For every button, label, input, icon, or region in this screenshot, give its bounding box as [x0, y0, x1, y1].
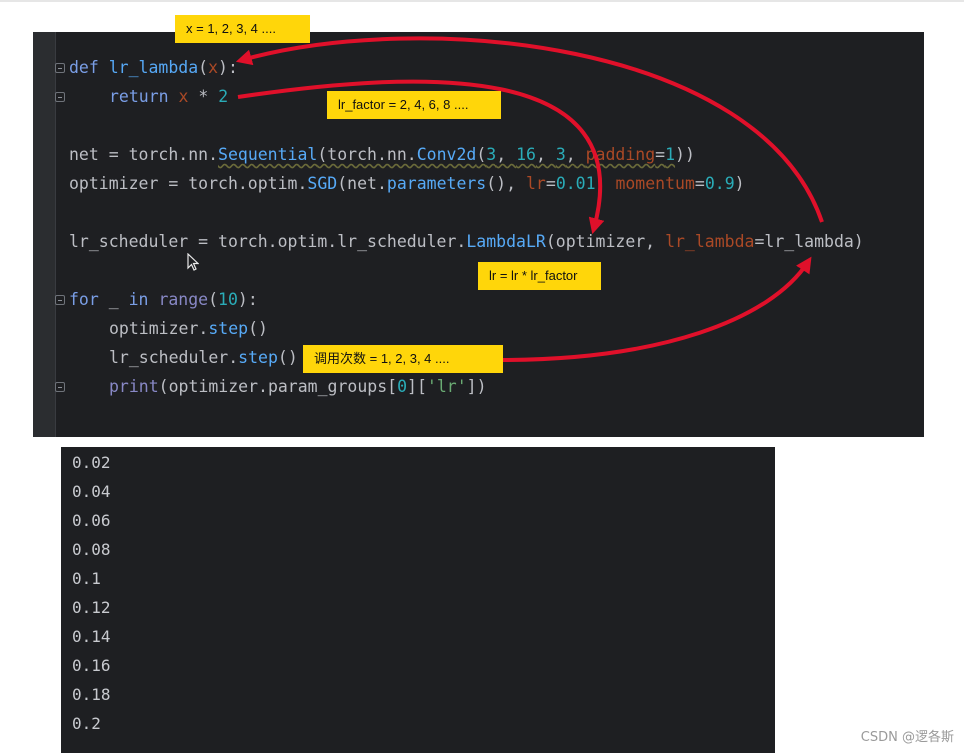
- watermark: CSDN @逻各斯: [860, 730, 954, 745]
- code-fragment: ,: [496, 145, 517, 164]
- output-line: 0.06: [72, 511, 111, 530]
- method-step: step: [208, 319, 249, 338]
- code-fragment: (): [277, 348, 298, 367]
- code-fragment: _: [98, 290, 129, 309]
- method-step: step: [238, 348, 278, 367]
- kwarg-padding: padding: [585, 145, 656, 164]
- output-line: 0.18: [72, 685, 111, 704]
- operator: *: [188, 87, 219, 106]
- keyword-in: in: [128, 290, 149, 309]
- code-line-def: def lr_lambda(x):: [69, 57, 238, 79]
- kwarg-lr-lambda: lr_lambda: [665, 232, 755, 251]
- output-line: 0.16: [72, 656, 111, 675]
- builtin-range: range: [158, 290, 209, 309]
- page-top-divider: [0, 0, 964, 2]
- code-fragment: net = torch.nn.: [69, 145, 219, 164]
- code-fragment: (optimizer.param_groups[: [158, 377, 398, 396]
- code-line-scheduler: lr_scheduler = torch.optim.lr_scheduler.…: [69, 231, 864, 253]
- code-fragment: =: [694, 174, 705, 193]
- code-fragment: (: [208, 290, 219, 309]
- class-sgd: SGD: [307, 174, 338, 193]
- fold-marker-for[interactable]: [55, 295, 65, 305]
- code-fragment: (: [476, 145, 487, 164]
- code-fragment: )): [675, 145, 695, 164]
- code-fragment: (net.: [337, 174, 387, 193]
- code-line-optimizer: optimizer = torch.optim.SGD(net.paramete…: [69, 173, 745, 195]
- code-fragment: (): [248, 319, 268, 338]
- output-line: 0.14: [72, 627, 111, 646]
- class-conv2d: Conv2d: [416, 145, 477, 164]
- number-literal: 2: [218, 87, 229, 106]
- keyword-for: for: [69, 290, 99, 309]
- code-line-sched-step: lr_scheduler.step(): [109, 347, 298, 369]
- code-line-print: print(optimizer.param_groups[0]['lr']): [109, 376, 487, 398]
- code-fragment: (),: [486, 174, 526, 193]
- builtin-print: print: [109, 377, 159, 396]
- number-literal: 3: [486, 145, 497, 164]
- annotation-call-count: 调用次数 = 1, 2, 3, 4 ....: [303, 345, 503, 373]
- keyword-def: def: [69, 58, 99, 77]
- console-output: 0.02 0.04 0.06 0.08 0.1 0.12 0.14 0.16 0…: [61, 447, 775, 753]
- fold-marker-def[interactable]: [55, 63, 65, 73]
- code-fragment: lr_scheduler.: [109, 348, 239, 367]
- var-x: x: [178, 87, 189, 106]
- output-line: 0.04: [72, 482, 111, 501]
- number-literal: 3: [555, 145, 566, 164]
- code-fragment: [149, 290, 159, 309]
- code-fragment: ,: [595, 174, 616, 193]
- output-line: 0.12: [72, 598, 111, 617]
- fold-marker-def-end[interactable]: [55, 92, 65, 102]
- number-literal: 16: [516, 145, 536, 164]
- code-fragment: (torch.nn.: [317, 145, 417, 164]
- keyword-return: return: [109, 87, 169, 106]
- output-line: 0.1: [72, 569, 101, 588]
- code-line-return: return x * 2: [109, 86, 228, 108]
- code-fragment: =: [545, 174, 556, 193]
- code-fragment: ):: [237, 290, 258, 309]
- number-literal: 0: [397, 377, 408, 396]
- editor-gutter: [33, 32, 55, 437]
- number-literal: 0.9: [704, 174, 735, 193]
- code-fragment: (optimizer,: [545, 232, 666, 251]
- code-fragment: ): [734, 174, 745, 193]
- code-line-for: for _ in range(10):: [69, 289, 258, 311]
- paren-close: ):: [218, 58, 238, 77]
- code-text[interactable]: def lr_lambda(x): return x * 2 net = tor…: [69, 32, 864, 396]
- annotation-lr-factor: lr_factor = 2, 4, 6, 8 ....: [327, 91, 501, 119]
- paren-open: (: [198, 58, 209, 77]
- string-literal: 'lr': [426, 377, 467, 396]
- code-fragment: =: [655, 145, 666, 164]
- number-literal: 0.01: [555, 174, 596, 193]
- method-parameters: parameters: [386, 174, 487, 193]
- code-fragment: ][: [407, 377, 427, 396]
- code-fragment: ,: [535, 145, 556, 164]
- code-fragment: =lr_lambda): [754, 232, 864, 251]
- number-literal: 10: [218, 290, 238, 309]
- function-name: lr_lambda: [108, 58, 199, 77]
- mouse-pointer-icon: [187, 253, 199, 271]
- code-fragment: optimizer.: [109, 319, 209, 338]
- fold-marker-for-end[interactable]: [55, 382, 65, 392]
- code-fragment: ]): [466, 377, 487, 396]
- code-fragment: lr_scheduler = torch.optim.lr_scheduler.: [69, 232, 467, 251]
- code-fragment: ,: [565, 145, 586, 164]
- param-x: x: [208, 58, 219, 77]
- kwarg-momentum: momentum: [615, 174, 695, 193]
- annotation-x-values: x = 1, 2, 3, 4 ....: [175, 15, 310, 43]
- class-sequential: Sequential: [218, 145, 318, 164]
- code-fragment: optimizer = torch.optim.: [69, 174, 308, 193]
- output-line: 0.02: [72, 453, 111, 472]
- number-literal: 1: [665, 145, 676, 164]
- code-line-net: net = torch.nn.Sequential(torch.nn.Conv2…: [69, 144, 695, 166]
- output-line: 0.2: [72, 714, 101, 733]
- class-lambdalr: LambdaLR: [466, 232, 546, 251]
- code-line-opt-step: optimizer.step(): [109, 318, 268, 340]
- annotation-lr-formula: lr = lr * lr_factor: [478, 262, 601, 290]
- output-line: 0.08: [72, 540, 111, 559]
- kwarg-lr: lr: [526, 174, 546, 193]
